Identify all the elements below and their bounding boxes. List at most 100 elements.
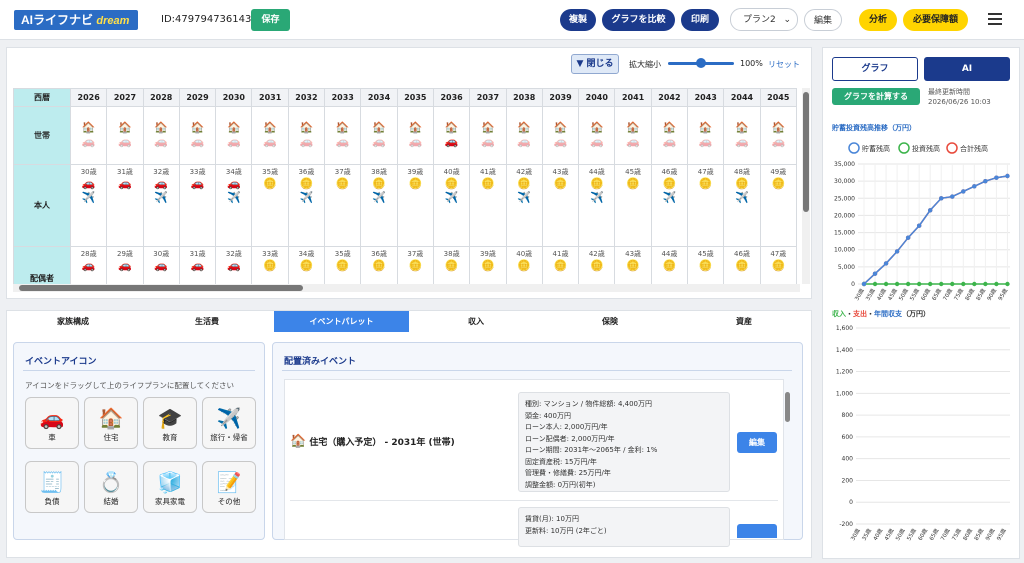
palette-icon-7[interactable]: 📝 その他	[202, 461, 256, 513]
collapse-button[interactable]: ▼ 閉じる	[571, 54, 619, 74]
palette-icon-0[interactable]: 🚗 車	[25, 397, 79, 449]
self-cell[interactable]: 41歳 🪙	[469, 164, 507, 247]
zoom-slider-handle[interactable]	[696, 58, 706, 68]
self-cell[interactable]: 33歳 🚗	[178, 164, 217, 247]
spouse-cell[interactable]: 35歳 🪙	[324, 246, 362, 284]
required-coverage-button[interactable]: 必要保障額	[903, 9, 968, 31]
tab-family[interactable]: 家族構成	[6, 311, 140, 332]
spouse-cell[interactable]: 28歳 🚗	[69, 246, 108, 284]
household-cell[interactable]: 🏠 🚗	[505, 106, 543, 165]
spouse-cell[interactable]: 39歳 🪙	[469, 246, 507, 284]
self-cell[interactable]: 44歳 🪙 ✈️	[578, 164, 616, 247]
self-cell[interactable]: 32歳 🚗 ✈️	[142, 164, 180, 247]
tab-income[interactable]: 収入	[409, 311, 543, 332]
tab-assets[interactable]: 資産	[677, 311, 811, 332]
placed-events-title: 配置済みイベント	[284, 357, 357, 367]
spouse-cell[interactable]: 47歳 🪙	[759, 246, 797, 284]
self-cell[interactable]: 46歳 🪙 ✈️	[650, 164, 689, 247]
household-cell[interactable]: 🏠 🚗	[469, 106, 507, 165]
spouse-cell[interactable]: 34歳 🪙	[287, 246, 326, 284]
tab-insurance[interactable]: 保険	[543, 311, 677, 332]
household-cell[interactable]: 🏠 🚗	[69, 106, 108, 165]
household-cell[interactable]: 🏠 🚗	[106, 106, 144, 165]
spouse-cell[interactable]: 36歳 🪙	[360, 246, 398, 284]
spouse-cell[interactable]: 33歳 🪙	[251, 246, 289, 284]
reset-link[interactable]: リセット	[768, 59, 800, 70]
self-cell[interactable]: 40歳 🪙 ✈️	[432, 164, 471, 247]
year-cell: 2044	[723, 88, 761, 107]
spouse-cell[interactable]: 44歳 🪙	[650, 246, 689, 284]
household-cell[interactable]: 🏠 🚗	[215, 106, 253, 165]
spouse-cell[interactable]: 38歳 🪙	[432, 246, 471, 284]
palette-icon-5[interactable]: 💍 結婚	[84, 461, 138, 513]
household-cell[interactable]: 🏠 🚗	[723, 106, 761, 165]
ai-button[interactable]: AI	[924, 57, 1010, 81]
household-cell[interactable]: 🏠 🚗	[432, 106, 471, 165]
spouse-cell[interactable]: 42歳 🪙	[578, 246, 616, 284]
household-cell[interactable]: 🏠 🚗	[287, 106, 326, 165]
spouse-cell[interactable]: 46歳 🪙	[723, 246, 761, 284]
graph-button[interactable]: グラフ	[832, 57, 918, 81]
self-cell[interactable]: 31歳 🚗	[106, 164, 144, 247]
palette-icon-1[interactable]: 🏠 住宅	[84, 397, 138, 449]
household-cell[interactable]: 🏠 🚗	[178, 106, 217, 165]
household-cell[interactable]: 🏠 🚗	[759, 106, 797, 165]
spouse-cell[interactable]: 30歳 🚗	[142, 246, 180, 284]
household-cell[interactable]: 🏠 🚗	[396, 106, 434, 165]
self-cell[interactable]: 39歳 🪙	[396, 164, 434, 247]
spouse-cell[interactable]: 32歳 🚗	[215, 246, 253, 284]
palette-icon-4[interactable]: 🧾 負債	[25, 461, 79, 513]
edit-event-button[interactable]: 編集	[737, 432, 777, 453]
events-scrollbar[interactable]	[785, 392, 791, 532]
self-cell[interactable]: 38歳 🪙 ✈️	[360, 164, 398, 247]
household-cell[interactable]: 🏠 🚗	[614, 106, 652, 165]
edit-event-button-2[interactable]	[737, 524, 777, 538]
household-cell[interactable]: 🏠 🚗	[142, 106, 180, 165]
household-cell[interactable]: 🏠 🚗	[650, 106, 689, 165]
spouse-cell[interactable]: 29歳 🚗	[106, 246, 144, 284]
self-cell[interactable]: 34歳 🚗 ✈️	[215, 164, 253, 247]
analysis-button[interactable]: 分析	[859, 9, 897, 31]
hamburger-menu-icon[interactable]	[988, 13, 1002, 25]
self-cell[interactable]: 42歳 🪙 ✈️	[505, 164, 543, 247]
tab-living-costs[interactable]: 生活費	[140, 311, 274, 332]
self-cell[interactable]: 35歳 🪙	[251, 164, 289, 247]
self-cell[interactable]: 47歳 🪙	[687, 164, 725, 247]
palette-icon-3[interactable]: ✈️ 旅行・帰省	[202, 397, 256, 449]
self-cell[interactable]: 49歳 🪙	[759, 164, 797, 247]
spouse-cell[interactable]: 45歳 🪙	[687, 246, 725, 284]
self-cell[interactable]: 48歳 🪙 ✈️	[723, 164, 761, 247]
calculate-graph-button[interactable]: グラフを計算する	[832, 88, 920, 105]
duplicate-button[interactable]: 複製	[560, 9, 596, 31]
print-button[interactable]: 印刷	[681, 9, 719, 31]
self-cell[interactable]: 37歳 🪙	[324, 164, 362, 247]
self-cell[interactable]: 43歳 🪙	[541, 164, 580, 247]
x-tick-label: 55歳	[908, 287, 921, 302]
compare-button[interactable]: グラフを比較	[602, 9, 675, 31]
edit-plan-button[interactable]: 編集	[804, 9, 842, 31]
plan-select[interactable]: プラン2 ⌄	[730, 8, 798, 31]
y-tick-label: 1,400	[836, 347, 853, 354]
spouse-cell[interactable]: 41歳 🪙	[541, 246, 580, 284]
self-cell[interactable]: 30歳 🚗 ✈️	[69, 164, 108, 247]
household-cell[interactable]: 🏠 🚗	[541, 106, 580, 165]
spouse-cell[interactable]: 31歳 🚗	[178, 246, 217, 284]
self-cell[interactable]: 36歳 🪙 ✈️	[287, 164, 326, 247]
self-cell[interactable]: 45歳 🪙	[614, 164, 652, 247]
spouse-cell[interactable]: 43歳 🪙	[614, 246, 652, 284]
timeline-vertical-scrollbar[interactable]	[802, 88, 810, 284]
app-logo[interactable]: AIライフナビ dream	[14, 10, 138, 30]
household-cell[interactable]: 🏠 🚗	[251, 106, 289, 165]
spouse-cell[interactable]: 40歳 🪙	[505, 246, 543, 284]
spouse-cell[interactable]: 37歳 🪙	[396, 246, 434, 284]
household-cell[interactable]: 🏠 🚗	[360, 106, 398, 165]
tab-event-palette[interactable]: イベントパレット	[274, 311, 409, 332]
household-cell[interactable]: 🏠 🚗	[578, 106, 616, 165]
save-button[interactable]: 保存	[251, 9, 290, 31]
household-cell[interactable]: 🏠 🚗	[687, 106, 725, 165]
timeline-horizontal-scrollbar[interactable]	[13, 284, 800, 292]
palette-icon-6[interactable]: 🧊 家具家電	[143, 461, 197, 513]
household-cell[interactable]: 🏠 🚗	[324, 106, 362, 165]
car-icon: 🚗	[81, 177, 96, 190]
palette-icon-2[interactable]: 🎓 教育	[143, 397, 197, 449]
